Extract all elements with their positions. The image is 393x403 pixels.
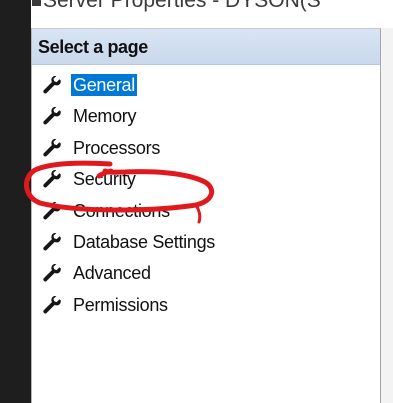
wrench-icon (43, 76, 61, 94)
select-page-header: Select a page (32, 29, 380, 65)
window-title: Server Properties - DYSON(S (43, 0, 321, 12)
wrench-icon (43, 201, 61, 220)
page-item-connections[interactable]: Connections (32, 197, 380, 228)
left-edge-dark-bar (0, 0, 31, 403)
server-properties-window: Server Properties - DYSON(S Select a pag… (0, 0, 393, 403)
wrench-icon (43, 107, 61, 125)
page-item-label: Advanced (73, 263, 151, 284)
page-item-label: General (71, 74, 137, 96)
select-page-title: Select a page (38, 37, 148, 57)
wrench-icon (43, 264, 61, 282)
page-item-database-settings[interactable]: Database Settings (32, 228, 380, 259)
page-item-memory[interactable]: Memory (32, 102, 380, 133)
page-item-label: Memory (73, 106, 137, 127)
window-icon (32, 0, 41, 6)
page-list: General Memory Processors Security Conne… (32, 71, 380, 322)
wrench-icon (43, 170, 61, 188)
page-item-label: Connections (73, 200, 170, 221)
page-item-advanced[interactable]: Advanced (32, 259, 380, 290)
page-item-processors[interactable]: Processors (32, 134, 380, 165)
wrench-icon (43, 232, 61, 251)
page-item-label: Processors (73, 137, 161, 158)
page-item-permissions[interactable]: Permissions (32, 291, 380, 322)
page-item-security[interactable]: Security (32, 165, 380, 196)
select-page-panel: Select a page General Memory Processors (31, 28, 381, 403)
wrench-icon (43, 295, 61, 314)
page-item-general[interactable]: General (32, 71, 380, 102)
page-item-label: Database Settings (73, 231, 215, 252)
window-title-bar: Server Properties - DYSON(S (31, 0, 393, 28)
page-item-label: Permissions (73, 294, 168, 315)
page-item-label: Security (73, 169, 136, 190)
wrench-icon (43, 138, 61, 157)
right-edge-strip (381, 28, 393, 403)
